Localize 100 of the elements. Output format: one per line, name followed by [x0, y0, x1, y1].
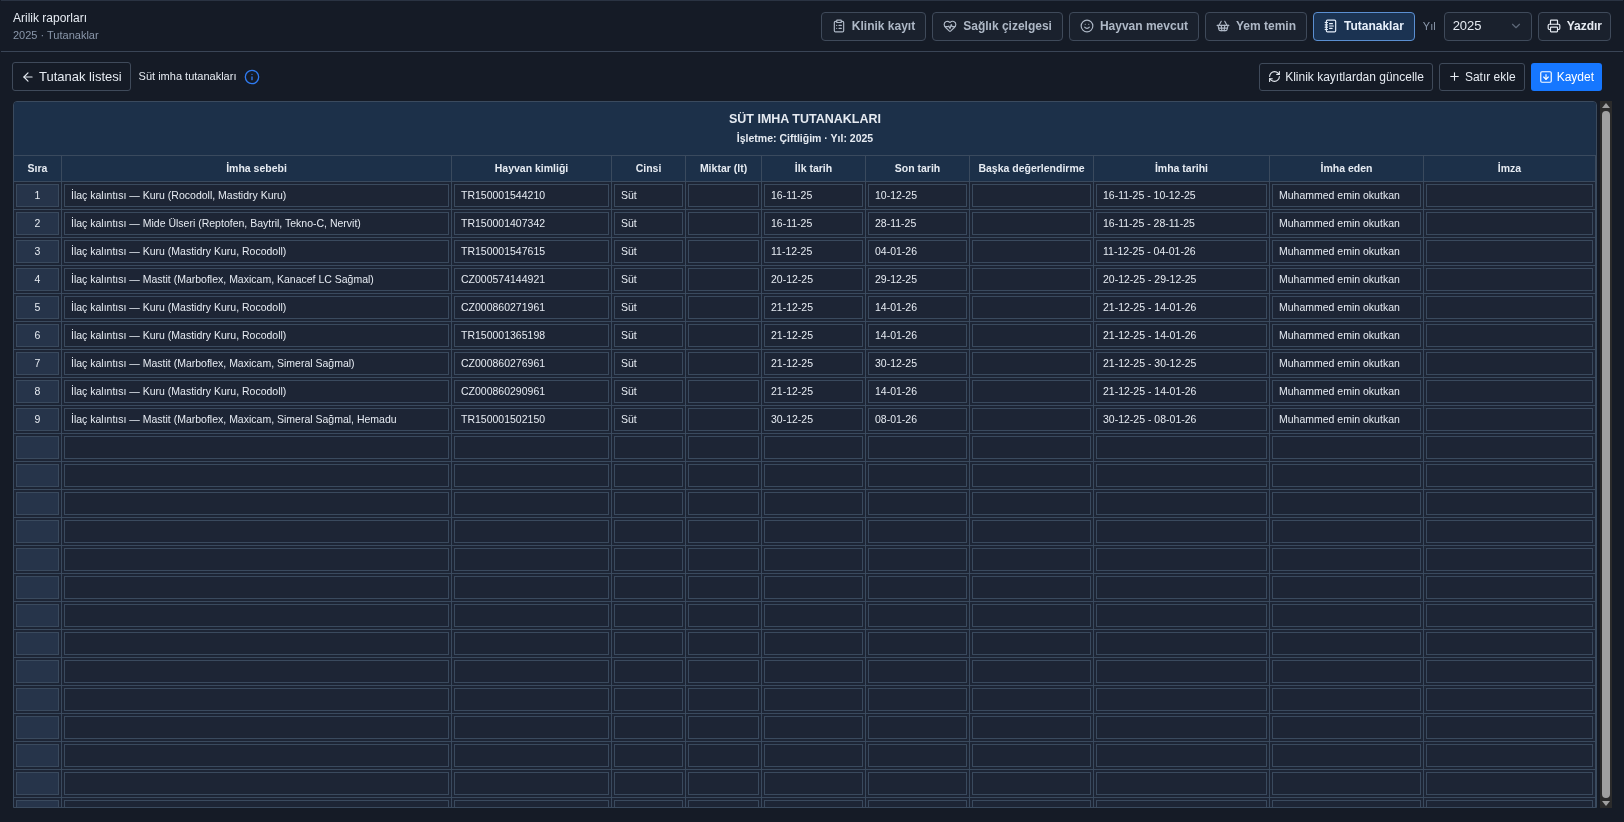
input-field[interactable]: [868, 464, 967, 487]
input-field[interactable]: [688, 492, 759, 515]
input-field[interactable]: İlaç kalıntısı — Mastit (Marboflex, Maxicam, Kanacef LC Sağmal): [64, 268, 449, 291]
input-field[interactable]: 21-12-25: [764, 324, 863, 347]
input-field[interactable]: İlaç kalıntısı — Mastit (Marboflex, Maxicam, Simeral Sağmal, Hemadu: [64, 408, 449, 431]
input-field[interactable]: [1426, 744, 1593, 767]
input-field[interactable]: Muhammed emin okutkan: [1272, 380, 1421, 403]
input-field[interactable]: Süt: [614, 408, 683, 431]
input-field[interactable]: [614, 548, 683, 571]
input-field[interactable]: 08-01-26: [868, 408, 967, 431]
input-field[interactable]: [64, 688, 449, 711]
input-field[interactable]: [614, 604, 683, 627]
input-field[interactable]: 28-11-25: [868, 212, 967, 235]
input-field[interactable]: [764, 660, 863, 683]
input-field[interactable]: [1096, 688, 1267, 711]
input-field[interactable]: 10-12-25: [868, 184, 967, 207]
input-field[interactable]: [454, 576, 609, 599]
save-button[interactable]: Kaydet: [1530, 62, 1602, 91]
input-field[interactable]: [614, 520, 683, 543]
input-field[interactable]: 20-12-25 - 29-12-25: [1096, 268, 1267, 291]
input-field[interactable]: 21-12-25: [764, 352, 863, 375]
input-field[interactable]: [1272, 520, 1421, 543]
input-field[interactable]: 16-11-25: [764, 184, 863, 207]
input-field[interactable]: 16-11-25 - 10-12-25: [1096, 184, 1267, 207]
input-field[interactable]: [64, 492, 449, 515]
input-field[interactable]: İlaç kalıntısı — Kuru (Mastidry Kuru, Rocodoll): [64, 380, 449, 403]
input-field[interactable]: [688, 212, 759, 235]
input-field[interactable]: [868, 632, 967, 655]
input-field[interactable]: [688, 632, 759, 655]
input-field[interactable]: [1426, 604, 1593, 627]
input-field[interactable]: [1096, 744, 1267, 767]
input-field[interactable]: 21-12-25 - 14-01-26: [1096, 296, 1267, 319]
input-field[interactable]: İlaç kalıntısı — Mastit (Marboflex, Maxicam, Simeral Sağmal): [64, 352, 449, 375]
input-field[interactable]: [972, 184, 1091, 207]
info-icon[interactable]: [244, 68, 261, 85]
input-field[interactable]: [688, 464, 759, 487]
input-field[interactable]: [1272, 604, 1421, 627]
input-field[interactable]: [1096, 772, 1267, 795]
input-field[interactable]: [1426, 184, 1593, 207]
toolbar-button[interactable]: Satır ekle: [1438, 62, 1525, 91]
input-field[interactable]: [1096, 436, 1267, 459]
input-field[interactable]: [972, 688, 1091, 711]
input-field[interactable]: [764, 548, 863, 571]
input-field[interactable]: [688, 324, 759, 347]
input-field[interactable]: [614, 632, 683, 655]
input-field[interactable]: [688, 520, 759, 543]
input-field[interactable]: [764, 632, 863, 655]
input-field[interactable]: [764, 492, 863, 515]
input-field[interactable]: [1096, 660, 1267, 683]
input-field[interactable]: [972, 548, 1091, 571]
input-field[interactable]: 29-12-25: [868, 268, 967, 291]
input-field[interactable]: [688, 772, 759, 795]
input-field[interactable]: [1426, 380, 1593, 403]
input-field[interactable]: [1272, 436, 1421, 459]
input-field[interactable]: İlaç kalıntısı — Kuru (Rocodoll, Mastidry Kuru): [64, 184, 449, 207]
input-field[interactable]: [688, 660, 759, 683]
input-field[interactable]: 16-11-25: [764, 212, 863, 235]
input-field[interactable]: [64, 464, 449, 487]
input-field[interactable]: [614, 744, 683, 767]
input-field[interactable]: [454, 772, 609, 795]
input-field[interactable]: [614, 464, 683, 487]
scroll-up-arrow-icon[interactable]: [1602, 103, 1610, 108]
input-field[interactable]: 21-12-25 - 14-01-26: [1096, 380, 1267, 403]
input-field[interactable]: [1426, 576, 1593, 599]
input-field[interactable]: [868, 744, 967, 767]
input-field[interactable]: [1272, 492, 1421, 515]
input-field[interactable]: [64, 520, 449, 543]
input-field[interactable]: [614, 436, 683, 459]
input-field[interactable]: TR150001502150: [454, 408, 609, 431]
input-field[interactable]: [64, 576, 449, 599]
input-field[interactable]: [972, 408, 1091, 431]
input-field[interactable]: [1272, 688, 1421, 711]
input-field[interactable]: [1272, 464, 1421, 487]
input-field[interactable]: [972, 380, 1091, 403]
input-field[interactable]: [454, 604, 609, 627]
input-field[interactable]: [1272, 660, 1421, 683]
input-field[interactable]: 14-01-26: [868, 324, 967, 347]
input-field[interactable]: [972, 772, 1091, 795]
input-field[interactable]: [972, 268, 1091, 291]
input-field[interactable]: Muhammed emin okutkan: [1272, 268, 1421, 291]
input-field[interactable]: [1426, 240, 1593, 263]
input-field[interactable]: [972, 464, 1091, 487]
input-field[interactable]: [1272, 744, 1421, 767]
input-field[interactable]: [614, 688, 683, 711]
tab[interactable]: Hayvan mevcut: [1068, 11, 1199, 41]
input-field[interactable]: [972, 520, 1091, 543]
tab[interactable]: Tutanaklar: [1313, 11, 1415, 41]
year-select[interactable]: 2025: [1443, 11, 1532, 41]
input-field[interactable]: [1426, 436, 1593, 459]
input-field[interactable]: Süt: [614, 296, 683, 319]
input-field[interactable]: [688, 576, 759, 599]
input-field[interactable]: [64, 548, 449, 571]
input-field[interactable]: [1426, 688, 1593, 711]
scroll-down-arrow-icon[interactable]: [1602, 801, 1610, 806]
input-field[interactable]: Muhammed emin okutkan: [1272, 408, 1421, 431]
input-field[interactable]: 21-12-25: [764, 380, 863, 403]
input-field[interactable]: [764, 744, 863, 767]
input-field[interactable]: [972, 632, 1091, 655]
input-field[interactable]: [1272, 716, 1421, 739]
input-field[interactable]: Muhammed emin okutkan: [1272, 296, 1421, 319]
